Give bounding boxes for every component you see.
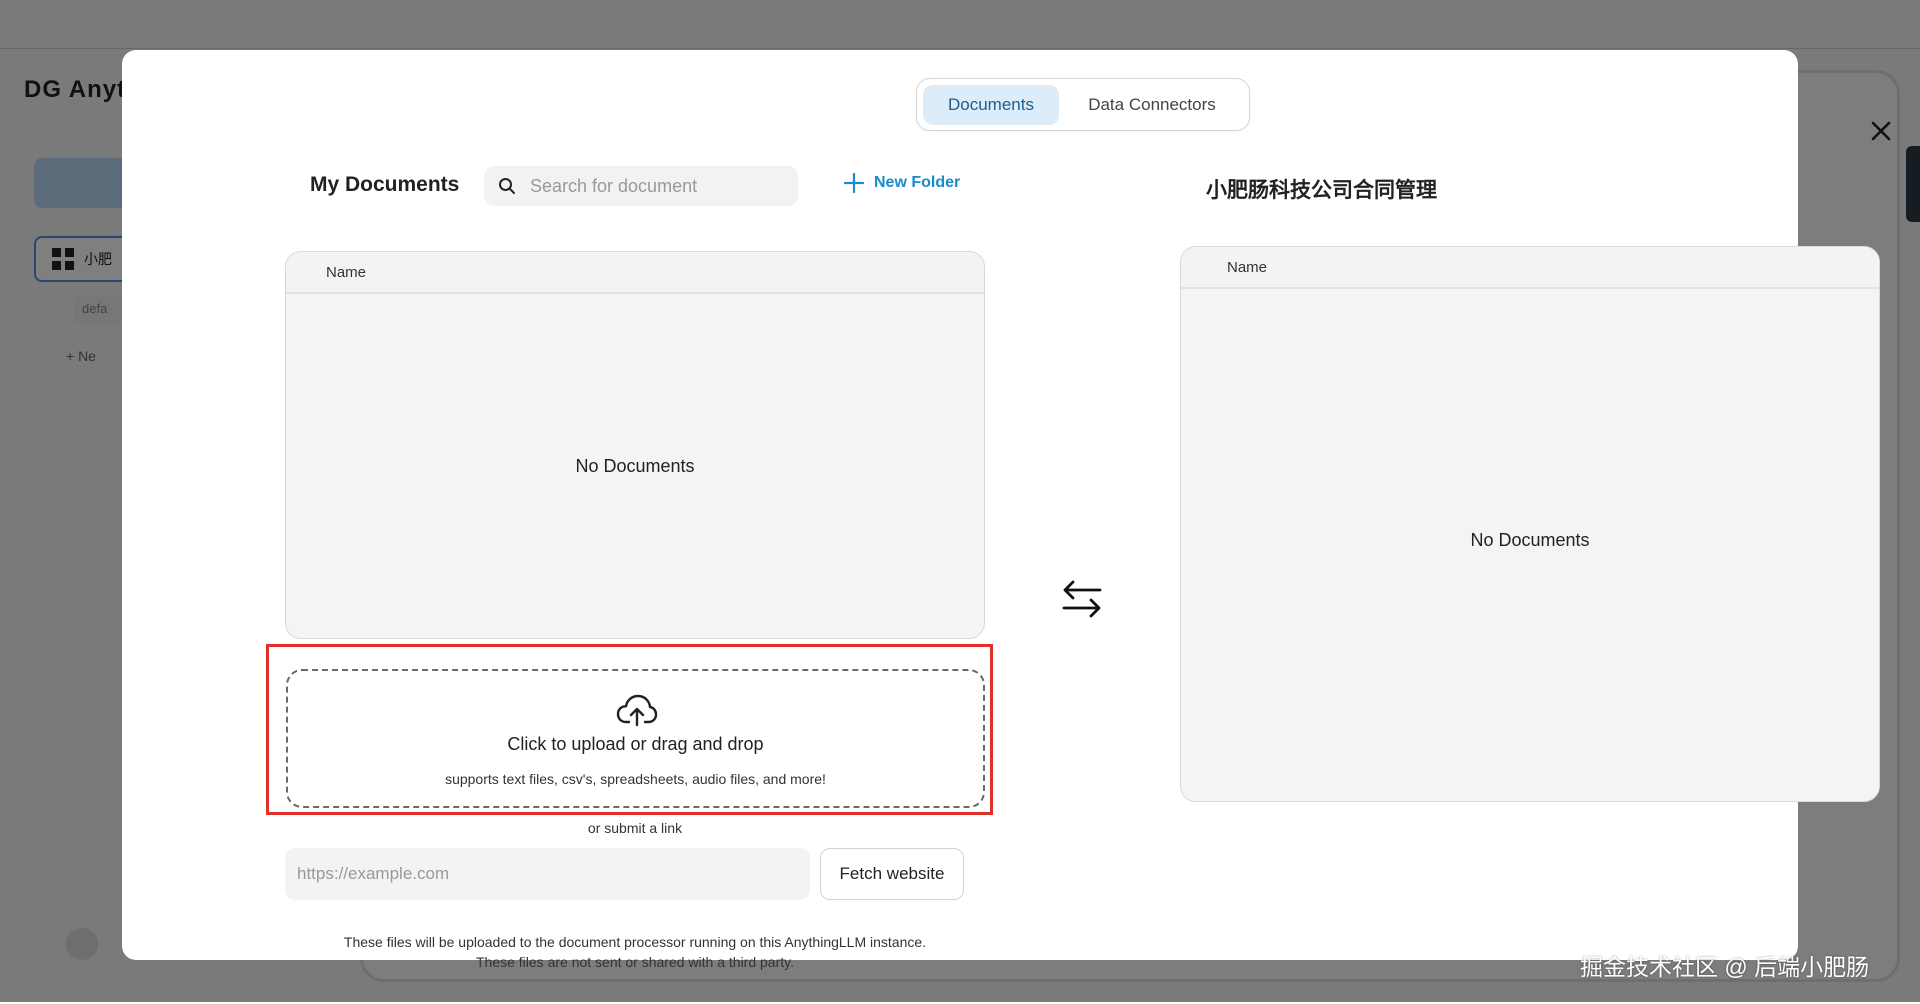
watermark: 掘金技术社区 @ 后端小肥肠 <box>1580 954 1870 980</box>
disclaimer-line-1: These files will be uploaded to the docu… <box>343 934 927 950</box>
upload-dropzone[interactable]: Click to upload or drag and drop support… <box>286 669 985 808</box>
empty-state: No Documents <box>575 456 695 476</box>
search-box[interactable] <box>484 166 798 206</box>
upload-title: Click to upload or drag and drop <box>507 734 764 754</box>
column-name: Name <box>1227 258 1268 276</box>
upload-disclaimer: These files will be uploaded to the docu… <box>285 932 985 972</box>
my-documents-table: Name No Documents <box>285 251 985 639</box>
disclaimer-line-2: These files are not sent or shared with … <box>475 954 794 970</box>
table-header: Name <box>286 252 984 294</box>
empty-state: No Documents <box>1470 530 1590 550</box>
new-folder-button[interactable]: New Folder <box>844 173 960 193</box>
workspace-title: 小肥肠科技公司合同管理 <box>1206 179 1437 202</box>
search-icon <box>499 178 515 194</box>
upload-subtitle: supports text files, csv's, spreadsheets… <box>445 771 826 787</box>
column-name: Name <box>326 263 367 281</box>
new-folder-label: New Folder <box>874 174 961 191</box>
or-submit-link-text: or submit a link <box>587 820 683 836</box>
close-button[interactable] <box>1866 116 1896 146</box>
fetch-website-button[interactable]: Fetch website <box>820 848 964 900</box>
url-input[interactable] <box>285 848 810 900</box>
tab-documents[interactable]: Documents <box>923 84 1059 125</box>
document-manager-modal: Documents Data Connectors My Documents N… <box>122 50 1891 970</box>
plus-icon <box>844 173 864 193</box>
table-header: Name <box>1181 247 1879 289</box>
modal-tabs: Documents Data Connectors <box>916 78 1250 131</box>
cloud-upload-icon <box>616 694 658 727</box>
tab-data-connectors[interactable]: Data Connectors <box>1063 85 1241 125</box>
close-icon <box>1871 121 1891 141</box>
my-documents-title: My Documents <box>310 173 460 196</box>
workspace-documents-table: Name No Documents <box>1180 246 1880 802</box>
swap-arrows-icon[interactable] <box>1060 576 1104 620</box>
search-input[interactable] <box>530 175 770 197</box>
